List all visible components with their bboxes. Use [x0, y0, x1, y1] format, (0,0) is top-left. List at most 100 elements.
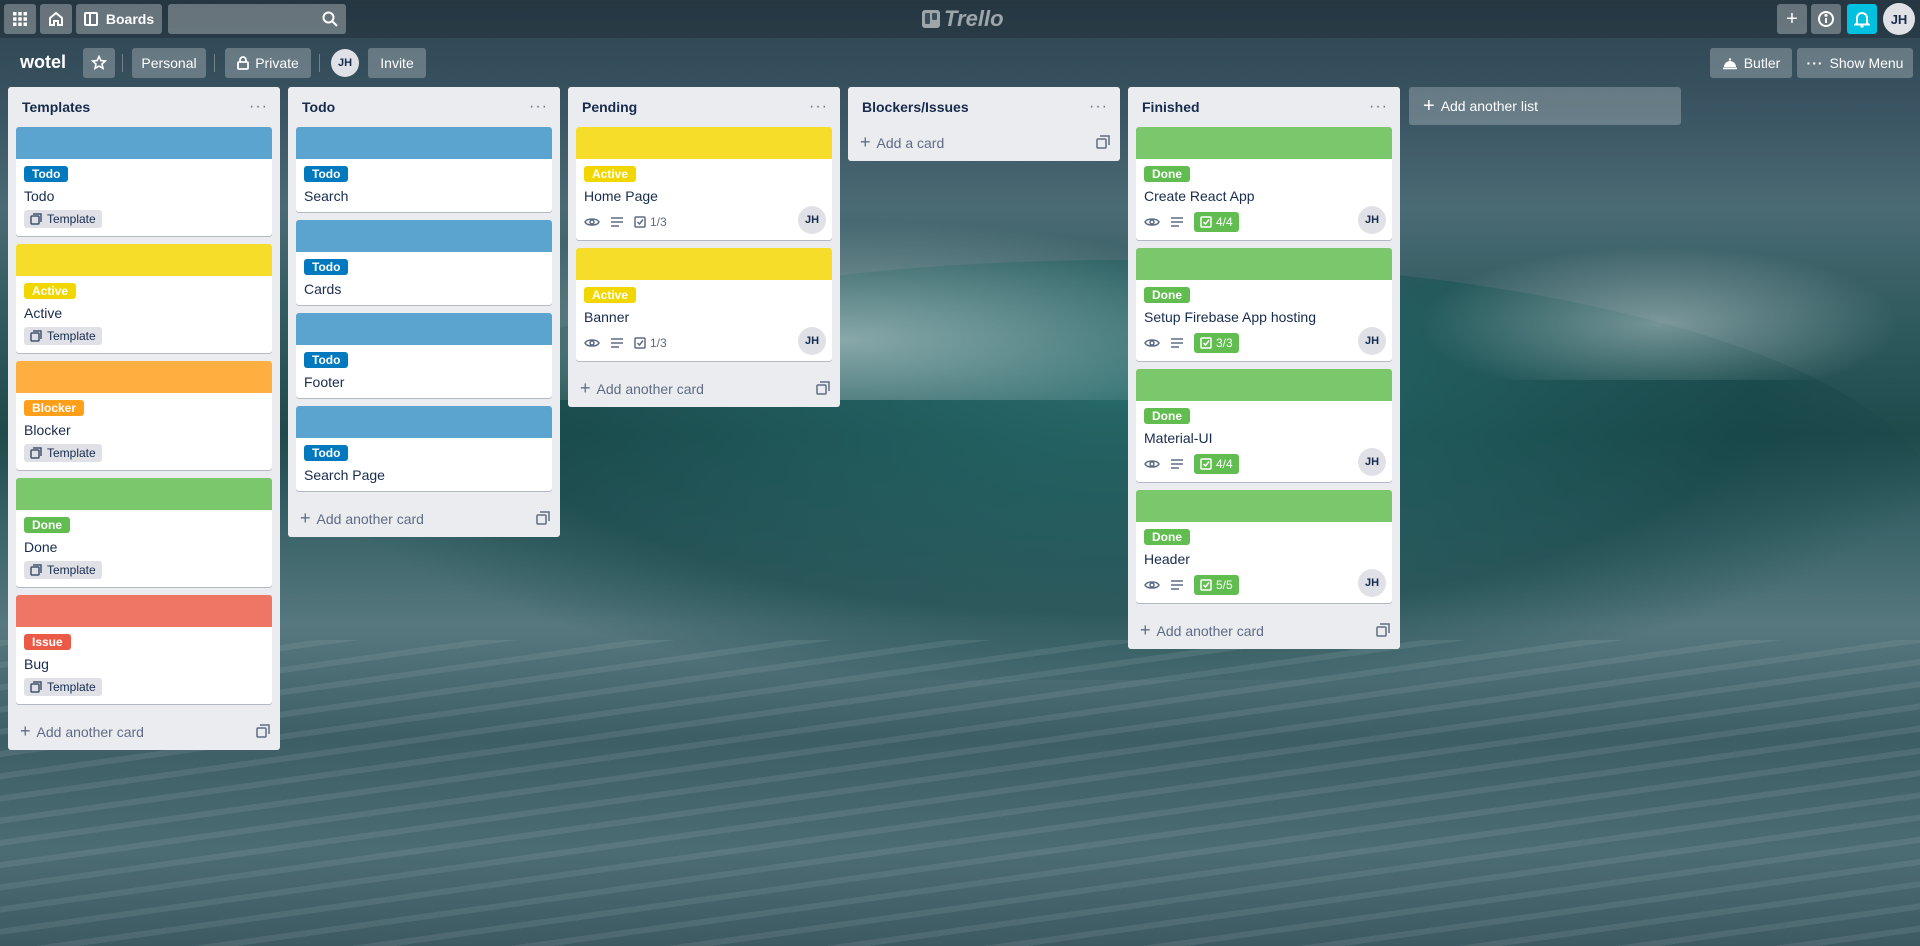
list-card[interactable]: Todo Cards — [296, 220, 552, 305]
template-icon[interactable] — [1376, 623, 1390, 637]
template-badge-label: Template — [47, 329, 96, 343]
plus-icon: + — [580, 377, 591, 398]
card-title: Home Page — [584, 188, 658, 204]
card-title: Todo — [24, 188, 55, 204]
boards-button[interactable]: Boards — [76, 4, 162, 34]
add-card-button[interactable]: + Add a card — [848, 123, 1120, 161]
info-button[interactable] — [1811, 4, 1841, 34]
description-icon — [1171, 217, 1183, 227]
card-label: Done — [1144, 408, 1190, 424]
checklist-count: 3/3 — [1216, 336, 1233, 350]
list-todo: Todo ··· Todo Search Todo Cards Todo Foo… — [288, 87, 560, 537]
checklist-icon — [1200, 458, 1212, 470]
list-menu-icon[interactable]: ··· — [249, 98, 268, 116]
user-avatar[interactable]: JH — [1883, 3, 1915, 35]
list-card[interactable]: Active Active Template — [16, 244, 272, 353]
add-card-button[interactable]: + Add another card — [8, 712, 280, 750]
add-card-label: Add another card — [36, 723, 144, 740]
template-icon[interactable] — [816, 381, 830, 395]
list-card[interactable]: Done Create React App 4/4 JH — [1136, 127, 1392, 240]
butler-label: Butler — [1743, 55, 1781, 71]
add-card-button[interactable]: + Add another card — [288, 499, 560, 537]
list-finished: Finished ··· Done Create React App 4/4 J… — [1128, 87, 1400, 649]
list-card[interactable]: Todo Search — [296, 127, 552, 212]
add-card-label: Add another card — [316, 510, 424, 527]
list-title[interactable]: Blockers/Issues — [862, 99, 969, 115]
card-label: Blocker — [24, 400, 85, 416]
home-button[interactable] — [40, 4, 72, 34]
list-menu-icon[interactable]: ··· — [1369, 98, 1388, 116]
description-icon — [1171, 459, 1183, 469]
card-member-avatar[interactable]: JH — [1358, 206, 1386, 234]
card-member-avatar[interactable]: JH — [798, 327, 826, 355]
description-icon — [611, 338, 623, 348]
card-member-avatar[interactable]: JH — [1358, 327, 1386, 355]
board-title[interactable]: wotel — [20, 52, 66, 73]
list-card[interactable]: Blocker Blocker Template — [16, 361, 272, 470]
star-icon — [91, 55, 107, 71]
checklist-badge: 5/5 — [1194, 575, 1239, 595]
apps-button[interactable] — [4, 4, 36, 34]
list-card[interactable]: Active Banner 1/3 JH — [576, 248, 832, 361]
list-title[interactable]: Templates — [22, 99, 90, 115]
template-badge: Template — [24, 210, 102, 228]
list-title[interactable]: Finished — [1142, 99, 1200, 115]
add-card-button[interactable]: + Add another card — [568, 369, 840, 407]
butler-button[interactable]: Butler — [1710, 48, 1792, 78]
create-button[interactable]: + — [1777, 4, 1807, 34]
notifications-button[interactable] — [1847, 4, 1877, 34]
trello-logo[interactable]: Trello — [922, 6, 1004, 32]
card-cover — [296, 406, 552, 438]
private-button[interactable]: Private — [225, 48, 311, 78]
list-card[interactable]: Todo Todo Template — [16, 127, 272, 236]
list-card[interactable]: Done Material-UI 4/4 JH — [1136, 369, 1392, 482]
list-card[interactable]: Done Setup Firebase App hosting 3/3 JH — [1136, 248, 1392, 361]
list-title[interactable]: Pending — [582, 99, 637, 115]
eye-icon — [584, 218, 600, 226]
checklist-badge: 4/4 — [1194, 454, 1239, 474]
template-icon[interactable] — [1096, 135, 1110, 149]
eye-icon — [1144, 339, 1160, 347]
checklist-icon — [1200, 579, 1212, 591]
card-label: Done — [1144, 529, 1190, 545]
template-badge-label: Template — [47, 563, 96, 577]
list-title[interactable]: Todo — [302, 99, 335, 115]
personal-button[interactable]: Personal — [132, 48, 206, 78]
card-title: Search Page — [304, 467, 385, 483]
card-title: Search — [304, 188, 349, 204]
list-card[interactable]: Todo Footer — [296, 313, 552, 398]
card-label: Todo — [304, 259, 349, 275]
member-avatar[interactable]: JH — [331, 49, 359, 77]
template-icon — [30, 330, 42, 342]
checklist-icon — [1200, 337, 1212, 349]
card-member-avatar[interactable]: JH — [798, 206, 826, 234]
list-menu-icon[interactable]: ··· — [529, 98, 548, 116]
list-menu-icon[interactable]: ··· — [1089, 98, 1108, 116]
search-input[interactable] — [168, 4, 346, 34]
list-templates: Templates ··· Todo Todo Template Active … — [8, 87, 280, 750]
boards-label: Boards — [105, 11, 155, 27]
card-member-avatar[interactable]: JH — [1358, 448, 1386, 476]
grid-icon — [13, 12, 27, 26]
template-icon[interactable] — [536, 511, 550, 525]
list-card[interactable]: Done Done Template — [16, 478, 272, 587]
card-member-avatar[interactable]: JH — [1358, 569, 1386, 597]
template-badge: Template — [24, 561, 102, 579]
list-card[interactable]: Active Home Page 1/3 JH — [576, 127, 832, 240]
card-title: Create React App — [1144, 188, 1255, 204]
checklist-count: 5/5 — [1216, 578, 1233, 592]
list-card[interactable]: Todo Search Page — [296, 406, 552, 491]
card-title: Setup Firebase App hosting — [1144, 309, 1317, 325]
add-card-button[interactable]: + Add another card — [1128, 611, 1400, 649]
card-cover — [1136, 369, 1392, 401]
template-icon[interactable] — [256, 724, 270, 738]
show-menu-button[interactable]: ··· Show Menu — [1797, 48, 1913, 78]
add-list-button[interactable]: + Add another list — [1409, 87, 1681, 125]
list-card[interactable]: Done Header 5/5 JH — [1136, 490, 1392, 603]
card-title: Footer — [304, 374, 345, 390]
star-button[interactable] — [83, 48, 115, 78]
invite-button[interactable]: Invite — [368, 48, 426, 78]
list-menu-icon[interactable]: ··· — [809, 98, 828, 116]
search-icon — [322, 11, 338, 27]
list-card[interactable]: Issue Bug Template — [16, 595, 272, 704]
